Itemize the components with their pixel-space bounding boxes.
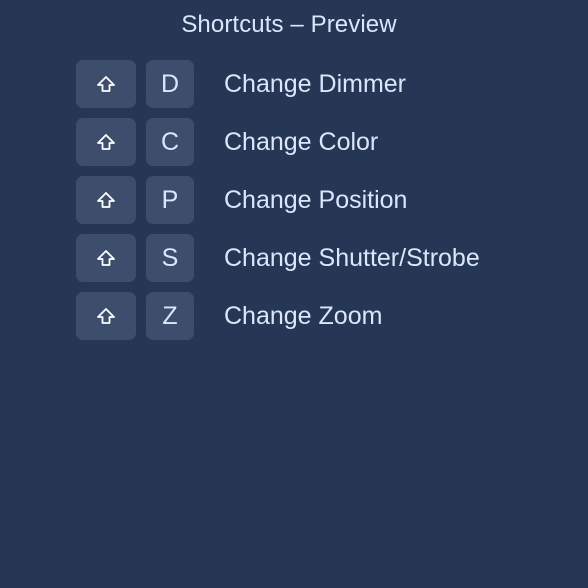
shortcut-label: Change Dimmer xyxy=(224,70,407,98)
shift-icon xyxy=(97,308,115,324)
shortcut-row-shutter-strobe: S Change Shutter/Strobe xyxy=(76,234,576,282)
shift-key xyxy=(76,234,136,282)
letter-key: Z xyxy=(146,292,194,340)
window-title: Shortcuts – Preview xyxy=(181,11,397,38)
shortcut-list: D Change Dimmer C Change Color P Change … xyxy=(76,60,576,350)
shift-icon xyxy=(97,76,115,92)
shift-key xyxy=(76,176,136,224)
shift-key xyxy=(76,118,136,166)
shift-key xyxy=(76,292,136,340)
shift-icon xyxy=(97,250,115,266)
shift-icon xyxy=(97,134,115,150)
letter-key: P xyxy=(146,176,194,224)
letter-key: C xyxy=(146,118,194,166)
shortcut-label: Change Color xyxy=(224,128,379,156)
shortcut-row-position: P Change Position xyxy=(76,176,576,224)
shortcut-label: Change Zoom xyxy=(224,302,383,330)
shift-icon xyxy=(97,192,115,208)
shortcut-row-zoom: Z Change Zoom xyxy=(76,292,576,340)
shortcut-row-dimmer: D Change Dimmer xyxy=(76,60,576,108)
shortcut-label: Change Position xyxy=(224,186,408,214)
letter-key: S xyxy=(146,234,194,282)
shortcut-row-color: C Change Color xyxy=(76,118,576,166)
shift-key xyxy=(76,60,136,108)
shortcut-label: Change Shutter/Strobe xyxy=(224,244,480,272)
letter-key: D xyxy=(146,60,194,108)
